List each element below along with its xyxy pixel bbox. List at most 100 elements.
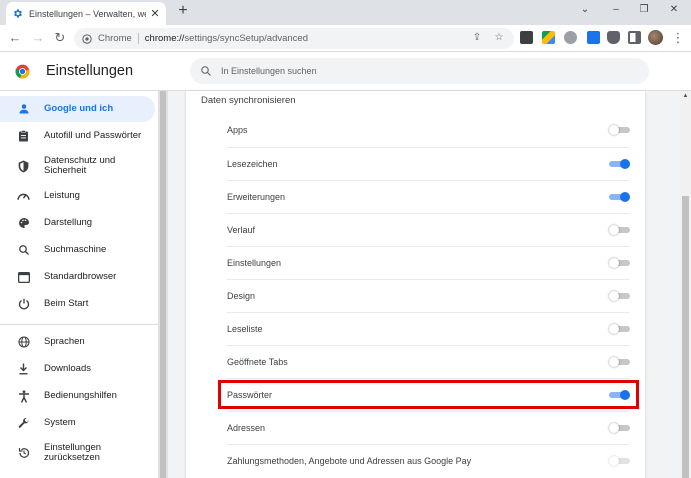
wrench-icon: [17, 417, 30, 430]
avatar[interactable]: [648, 30, 663, 45]
sync-row[interactable]: Zahlungsmethoden, Angebote und Adressen …: [226, 444, 630, 477]
sync-row[interactable]: Verlauf: [226, 213, 630, 246]
tab-settings[interactable]: Einstellungen – Verwalten, welch ✕: [6, 2, 166, 25]
sync-toggle[interactable]: [609, 125, 630, 135]
extension-dark-icon[interactable]: [520, 31, 533, 44]
sync-row-label: Lesezeichen: [227, 159, 278, 169]
scroll-up-arrow-icon[interactable]: ▲: [682, 93, 689, 100]
sync-toggle[interactable]: [609, 357, 630, 367]
sync-row[interactable]: Lesezeichen: [226, 147, 630, 180]
sync-toggle[interactable]: [609, 258, 630, 268]
sidebar-item-bedienungshilfen[interactable]: Bedienungshilfen: [0, 383, 155, 409]
sync-row[interactable]: Geöffnete Tabs: [226, 345, 630, 378]
sidebar-item-zuruecksetzen[interactable]: Einstellungen zurücksetzen: [0, 437, 155, 469]
sidebar-item-leistung[interactable]: Leistung: [0, 183, 155, 209]
sidebar-item-datenschutz[interactable]: Datenschutz und Sicherheit: [0, 150, 155, 182]
minimize-icon[interactable]: –: [606, 3, 626, 17]
puzzle-extensions-icon[interactable]: [607, 31, 620, 44]
search-input[interactable]: [221, 66, 621, 76]
window-close-icon[interactable]: ✕: [664, 3, 684, 17]
sync-row-label: Adressen: [227, 423, 266, 433]
sync-row-label: Verlauf: [227, 225, 256, 235]
sidebar-item-sprachen[interactable]: Sprachen: [0, 329, 155, 355]
sync-settings-card: Daten synchronisieren Apps Lesezeichen Erw…: [186, 91, 645, 478]
sync-row[interactable]: Design: [226, 279, 630, 312]
sync-toggle[interactable]: [609, 456, 630, 466]
sync-toggle[interactable]: [609, 291, 630, 301]
toggle-knob: [609, 291, 619, 301]
restore-icon[interactable]: ❐: [634, 3, 654, 17]
drive-icon[interactable]: [542, 31, 555, 44]
sidebar-item-label: Autofill und Passwörter: [44, 130, 142, 141]
sidebar-scrollbar-thumb[interactable]: [160, 91, 166, 478]
forward-arrow-icon[interactable]: →: [29, 29, 47, 47]
sidebar-divider: [0, 324, 158, 325]
tab-search-chevron-icon[interactable]: ⌄: [575, 3, 595, 17]
sync-toggle[interactable]: [609, 423, 630, 433]
new-tab-button[interactable]: +: [175, 3, 191, 19]
tab-title: Einstellungen – Verwalten, welch: [29, 8, 146, 19]
tab-close-icon[interactable]: ✕: [150, 8, 160, 19]
sync-toggle[interactable]: [609, 324, 630, 334]
back-arrow-icon[interactable]: ←: [6, 29, 24, 47]
bookmark-star-icon[interactable]: ☆: [492, 31, 506, 45]
sync-row[interactable]: Apps: [226, 114, 630, 147]
toggle-knob: [609, 258, 619, 268]
sync-row[interactable]: Erweiterungen: [226, 180, 630, 213]
sidebar-item-downloads[interactable]: Downloads: [0, 356, 155, 382]
search-icon: [17, 244, 30, 257]
globe-icon: [17, 336, 30, 349]
side-panel-icon[interactable]: [628, 31, 641, 44]
sync-row-label: Geöffnete Tabs: [227, 357, 288, 367]
reload-icon[interactable]: ↻: [51, 29, 69, 47]
sidebar-item-label: Sprachen: [44, 336, 85, 347]
sidebar-item-darstellung[interactable]: Darstellung: [0, 210, 155, 236]
sidebar-item-system[interactable]: System: [0, 410, 155, 436]
sidebar-item-beim-start[interactable]: Beim Start: [0, 291, 155, 317]
page-title: Einstellungen: [46, 63, 134, 79]
clipboard-icon: [17, 130, 30, 143]
sidebar: Google und ich Autofill und Passwörter D…: [0, 91, 158, 478]
url-scheme: chrome://: [144, 33, 185, 44]
sidebar-item-standardbrowser[interactable]: Standardbrowser: [0, 264, 155, 290]
sidebar-scrollbar[interactable]: [158, 91, 168, 478]
sidebar-item-autofill[interactable]: Autofill und Passwörter: [0, 123, 155, 149]
chrome-logo-icon: [15, 64, 30, 79]
sidebar-item-label: Downloads: [44, 363, 91, 374]
tab-strip: Einstellungen – Verwalten, welch ✕ + ⌄ –…: [0, 0, 691, 25]
reset-icon: [17, 447, 30, 460]
toggle-knob: [609, 125, 619, 135]
sidebar-item-label: Google und ich: [44, 103, 114, 114]
sync-toggle[interactable]: [609, 225, 630, 235]
main-scrollbar-thumb[interactable]: [682, 196, 689, 478]
sidebar-item-label: Einstellungen zurücksetzen: [44, 442, 102, 463]
extension-wave-icon[interactable]: [564, 31, 577, 44]
share-icon[interactable]: ⇪: [470, 31, 484, 45]
sidebar-item-suchmaschine[interactable]: Suchmaschine: [0, 237, 155, 263]
sync-toggle[interactable]: [609, 159, 630, 169]
omnibox-separator: [137, 33, 139, 44]
sidebar-item-label: Darstellung: [44, 217, 93, 228]
extension-badge-icon[interactable]: [587, 31, 600, 44]
toggle-knob: [609, 324, 619, 334]
sync-row-label: Apps: [227, 125, 248, 135]
sync-row[interactable]: Adressen: [226, 411, 630, 444]
settings-search[interactable]: [190, 58, 649, 84]
address-bar[interactable]: Chrome chrome://settings/syncSetup/advan…: [74, 28, 514, 49]
toggle-knob: [620, 159, 630, 169]
sync-row-label: Leseliste: [227, 324, 263, 334]
chrome-site-icon: [82, 33, 92, 44]
site-chip: Chrome: [98, 33, 132, 44]
sidebar-item-label: Bedienungshilfen: [44, 390, 117, 401]
sidebar-item-label: Datenschutz und Sicherheit: [44, 155, 116, 176]
search-icon: [201, 66, 211, 76]
sync-row[interactable]: Einstellungen: [226, 246, 630, 279]
sync-toggle[interactable]: [609, 192, 630, 202]
main-scrollbar[interactable]: ▲: [680, 91, 691, 478]
main-content: Daten synchronisieren Apps Lesezeichen Erw…: [168, 91, 680, 478]
kebab-menu-icon[interactable]: ⋮: [669, 29, 687, 47]
shield-icon: [17, 160, 30, 173]
sidebar-item-google-und-ich[interactable]: Google und ich: [0, 96, 155, 122]
sync-row[interactable]: Leseliste: [226, 312, 630, 345]
sync-row-label: Design: [227, 291, 256, 301]
